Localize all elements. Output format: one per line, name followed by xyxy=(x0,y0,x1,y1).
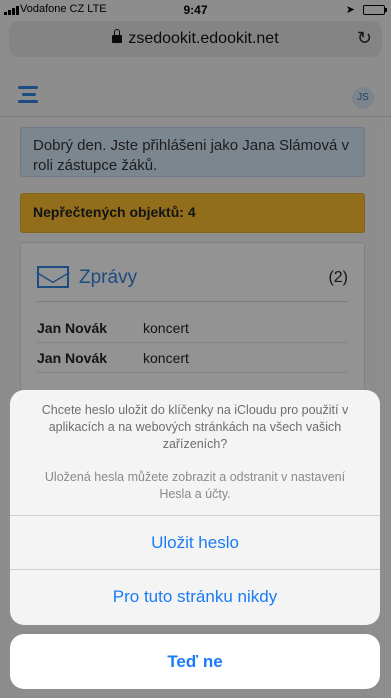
sheet-subtitle: Uložená hesla můžete zobrazit a odstrani… xyxy=(44,470,346,501)
not-now-button[interactable]: Teď ne xyxy=(10,634,380,689)
app-page: Vodafone CZ LTE 9:47 ➤ zsedookit.edookit… xyxy=(0,0,391,698)
sheet-title: Chcete heslo uložit do klíčenky na iClou… xyxy=(41,403,349,451)
never-for-site-button[interactable]: Pro tuto stránku nikdy xyxy=(10,570,380,624)
sheet-message: Chcete heslo uložit do klíčenky na iClou… xyxy=(10,390,380,516)
save-password-button[interactable]: Uložit heslo xyxy=(10,516,380,570)
save-password-sheet: Chcete heslo uložit do klíčenky na iClou… xyxy=(10,390,380,625)
